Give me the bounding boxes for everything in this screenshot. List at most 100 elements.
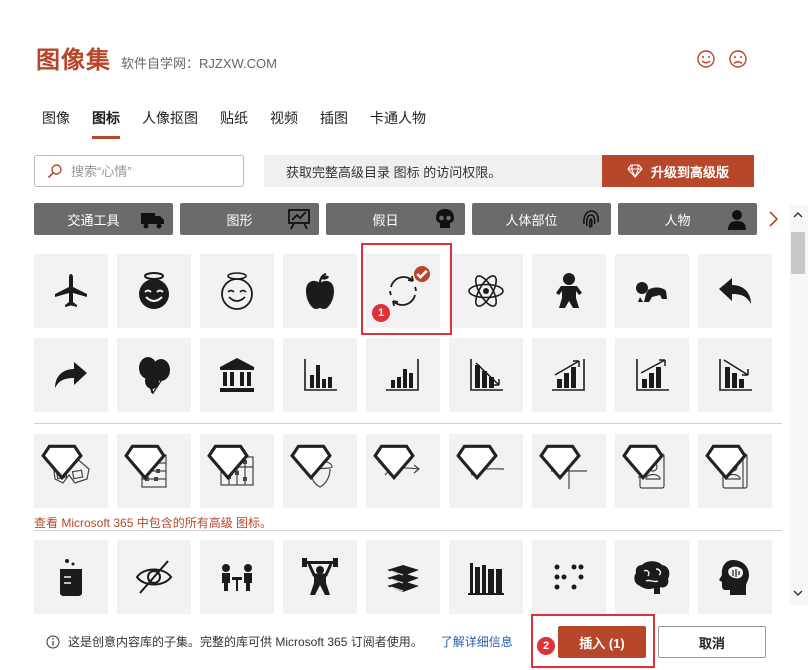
icon-grid-premium-row [34,434,772,508]
balloons-icon [139,357,170,395]
crawling-baby-icon [636,282,667,302]
premium-catalog-link[interactable]: 查看 Microsoft 365 中包含的所有高级 图标。 [34,514,272,531]
atom-icon [468,275,504,307]
tab-stickers[interactable]: 贴纸 [220,106,248,139]
forward-arrow-icon [55,362,87,388]
footer-info-text: 这是创意内容库的子集。完整的库可供 Microsoft 365 订阅者使用。 [68,635,423,649]
angel-face-filled-icon [139,272,169,309]
category-strip: 交通工具 图形 假日 人体部位 人物 [34,203,757,235]
icon-tile[interactable] [200,338,274,412]
info-icon [46,635,60,648]
tab-images[interactable]: 图像 [42,106,70,139]
tab-cutout-people[interactable]: 人像抠图 [142,106,198,139]
icon-tile[interactable] [615,254,689,328]
icon-tile[interactable] [117,540,191,614]
icon-tile[interactable] [532,254,606,328]
frown-feedback-icon[interactable] [728,49,748,69]
brain-icon [634,561,670,594]
icon-tile[interactable] [283,540,357,614]
bar-chart-upward-icon [386,359,419,391]
icon-tile[interactable] [532,338,606,412]
person-icon [728,210,746,230]
bar-chart-up-arrow-icon [636,359,669,391]
scroll-down-icon[interactable] [792,588,804,598]
premium-diamond-icon [373,444,415,481]
bar-chart-down-arrow-icon [719,359,752,391]
premium-diamond-icon [41,444,83,481]
premium-icon-tile[interactable] [200,434,274,508]
icon-tile[interactable] [117,254,191,328]
category-label: 假日 [372,212,399,228]
braille-icon [554,564,584,590]
icon-tile[interactable] [34,254,108,328]
category-tabs: 图像 图标 人像抠图 贴纸 视频 插图 卡通人物 [42,106,448,139]
premium-icon-tile[interactable] [283,434,357,508]
beaker-icon [60,559,82,596]
icon-tile[interactable] [34,540,108,614]
bar-chart-icon [304,359,337,391]
scroll-up-icon[interactable] [792,210,804,220]
icon-grid-row-1 [34,254,772,328]
icon-tile[interactable] [283,254,357,328]
premium-icon-tile[interactable] [698,434,772,508]
airplane-icon [55,274,87,307]
category-label: 人物 [664,212,691,228]
search-icon [47,164,62,179]
category-body-parts[interactable]: 人体部位 [472,203,611,235]
hidden-eye-icon [135,560,173,594]
footer-info: 这是创意内容库的子集。完整的库可供 Microsoft 365 订阅者使用。 了… [46,633,513,650]
icon-tile[interactable] [283,338,357,412]
icon-tile[interactable] [615,540,689,614]
category-holidays[interactable]: 假日 [326,203,465,235]
category-shapes[interactable]: 图形 [180,203,319,235]
apple-icon [306,273,334,309]
divider [34,423,782,424]
category-transport[interactable]: 交通工具 [34,203,173,235]
premium-diamond-icon [207,444,249,481]
insert-button[interactable]: 插入 (1) [558,626,646,658]
icon-tile[interactable] [200,254,274,328]
cancel-button[interactable]: 取消 [658,626,766,658]
search-input[interactable] [71,163,231,179]
angel-face-outline-icon [221,272,253,310]
icon-tile[interactable] [200,540,274,614]
icon-tile[interactable] [698,254,772,328]
icon-tile[interactable] [615,338,689,412]
diamond-icon [627,164,643,178]
premium-icon-tile[interactable] [532,434,606,508]
icon-tile[interactable] [366,540,440,614]
chevron-right-icon[interactable] [764,208,782,230]
premium-icon-tile[interactable] [615,434,689,508]
scrollbar-thumb[interactable] [791,232,805,274]
upgrade-label: 升级到高级版 [650,164,729,180]
icon-tile[interactable] [117,338,191,412]
icon-tile[interactable] [698,338,772,412]
icon-tile[interactable] [366,338,440,412]
category-people[interactable]: 人物 [618,203,757,235]
upgrade-button[interactable]: 升级到高级版 [602,155,754,187]
bank-icon [220,358,254,392]
tab-icons[interactable]: 图标 [92,106,120,139]
premium-icon-tile[interactable] [34,434,108,508]
tab-cartoon-people[interactable]: 卡通人物 [370,106,426,139]
icon-tile[interactable] [449,540,523,614]
icon-tile[interactable] [449,338,523,412]
learn-more-link[interactable]: 了解详细信息 [441,633,513,650]
selected-check-icon [414,266,430,282]
category-label: 图形 [226,212,253,228]
smile-feedback-icon[interactable] [696,49,716,69]
bookshelf-icon [468,563,504,595]
tab-illustrations[interactable]: 插图 [320,106,348,139]
step-badge-1: 1 [372,304,390,322]
icon-tile[interactable] [449,254,523,328]
icon-tile[interactable] [34,338,108,412]
tab-videos[interactable]: 视频 [270,106,298,139]
icon-tile[interactable] [532,540,606,614]
premium-icon-tile[interactable] [366,434,440,508]
fingerprint-icon [583,210,599,229]
bar-chart-down-icon [470,359,503,391]
premium-icon-tile[interactable] [449,434,523,508]
meeting-icon [222,564,252,591]
premium-icon-tile[interactable] [117,434,191,508]
icon-tile[interactable] [698,540,772,614]
